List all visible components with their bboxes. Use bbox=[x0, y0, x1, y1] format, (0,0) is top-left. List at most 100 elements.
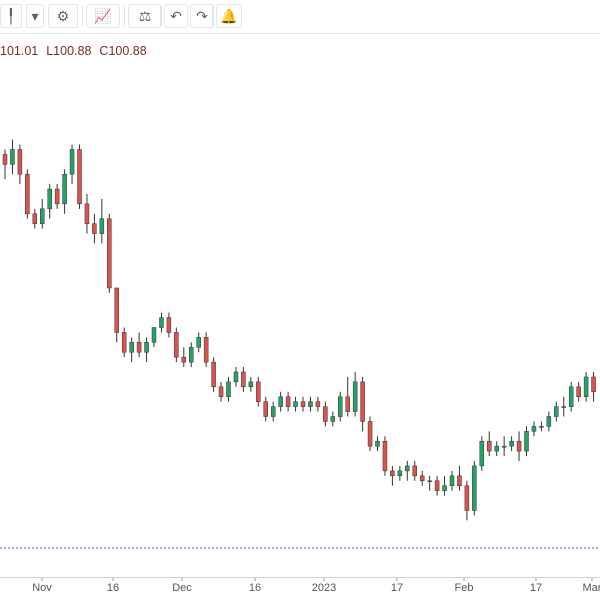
candle bbox=[419, 470, 425, 486]
candle bbox=[293, 396, 298, 412]
candle bbox=[47, 184, 52, 219]
candle bbox=[360, 376, 365, 432]
candle bbox=[69, 144, 75, 185]
candle-body-up bbox=[270, 406, 276, 417]
candle-body-down bbox=[32, 213, 38, 224]
candle-body-up bbox=[449, 475, 455, 486]
candle-body-up bbox=[539, 426, 544, 428]
candle-body-down bbox=[256, 381, 261, 402]
candle bbox=[151, 327, 157, 348]
candle bbox=[546, 411, 552, 432]
x-axis[interactable] bbox=[0, 577, 600, 601]
candle-body-up bbox=[159, 317, 164, 328]
toolbar-divider bbox=[82, 6, 83, 26]
candlestick-chart[interactable]: Nov 16 Dec 16 2023 17 Feb 17 Mar bbox=[0, 35, 600, 600]
candle-body-up bbox=[330, 416, 336, 422]
candle bbox=[338, 391, 343, 422]
candle bbox=[92, 213, 97, 244]
undo-icon: ↶ bbox=[170, 7, 182, 24]
candle bbox=[524, 426, 529, 457]
candle bbox=[308, 396, 313, 412]
candle-body-down bbox=[390, 470, 395, 477]
candle bbox=[248, 376, 254, 392]
candle bbox=[330, 411, 336, 427]
candle-body-up bbox=[554, 406, 559, 417]
candle-body-up bbox=[531, 426, 537, 432]
candle-body-up bbox=[509, 440, 514, 447]
candle-body-up bbox=[583, 376, 589, 397]
candle bbox=[166, 312, 172, 338]
candle bbox=[367, 416, 373, 452]
alert-button[interactable]: 🔔 bbox=[216, 4, 242, 28]
candle-body-down bbox=[107, 218, 112, 289]
candle-body-up bbox=[524, 431, 529, 452]
candle bbox=[464, 480, 470, 521]
candle-body-down bbox=[203, 337, 209, 363]
candle bbox=[509, 436, 514, 452]
candle bbox=[375, 436, 380, 452]
candle bbox=[568, 381, 574, 412]
candle bbox=[233, 367, 239, 387]
candle bbox=[539, 421, 544, 432]
candle bbox=[405, 461, 410, 481]
candle-body-down bbox=[121, 332, 127, 353]
candle-body-down bbox=[323, 406, 328, 422]
candle-body-up bbox=[546, 416, 552, 427]
candle-type-button[interactable]: ╿ bbox=[0, 4, 22, 28]
candle-body-down bbox=[360, 381, 365, 422]
candle bbox=[256, 376, 261, 407]
candle bbox=[77, 144, 82, 209]
candle-body-up bbox=[338, 396, 343, 417]
candle-body-down bbox=[77, 149, 82, 205]
candle-body-down bbox=[136, 342, 142, 353]
candle bbox=[189, 342, 194, 368]
candle bbox=[397, 465, 403, 481]
candle bbox=[382, 436, 388, 476]
candle bbox=[174, 327, 179, 363]
candle bbox=[479, 436, 485, 471]
undo-button[interactable]: ↶ bbox=[164, 4, 188, 28]
chart-type-dropdown[interactable]: ▾ bbox=[26, 4, 44, 28]
candle-body-up bbox=[405, 465, 410, 472]
gear-icon: ⚙ bbox=[56, 7, 70, 24]
scale-icon: ⚖ bbox=[138, 7, 152, 24]
candle-body-down bbox=[285, 396, 291, 407]
candle-body-up bbox=[375, 440, 380, 447]
candle bbox=[300, 396, 306, 412]
compare-button[interactable]: ⚖ bbox=[128, 4, 162, 28]
candle-body-up bbox=[278, 396, 283, 407]
candle-body-down bbox=[516, 440, 522, 452]
candle bbox=[487, 431, 492, 457]
candle-body-down bbox=[487, 440, 492, 452]
candle bbox=[494, 441, 499, 457]
indicators-button[interactable]: 📈 bbox=[86, 4, 120, 28]
candle-body-down bbox=[457, 475, 462, 486]
candle bbox=[576, 381, 581, 402]
candle-body-down bbox=[84, 203, 90, 224]
candle bbox=[457, 465, 462, 491]
candle-body-down bbox=[25, 173, 30, 215]
candle-body-up bbox=[196, 337, 201, 348]
candle-body-up bbox=[501, 445, 507, 448]
candle-body-up bbox=[151, 327, 157, 343]
candle-body-up bbox=[442, 485, 447, 491]
candle-body-down bbox=[367, 421, 373, 447]
candle bbox=[412, 461, 417, 481]
redo-button[interactable]: ↷ bbox=[190, 4, 214, 28]
candle bbox=[40, 198, 45, 229]
candle bbox=[25, 169, 30, 219]
candle-body-down bbox=[412, 465, 417, 477]
candle-body-down bbox=[17, 149, 23, 175]
candle bbox=[17, 144, 23, 185]
candle bbox=[263, 396, 268, 422]
candle-body-down bbox=[419, 475, 425, 482]
candle bbox=[278, 391, 283, 412]
candle-body-up bbox=[248, 381, 254, 388]
settings-button[interactable]: ⚙ bbox=[48, 4, 78, 28]
candle-body-down bbox=[241, 371, 246, 388]
candle-body-down bbox=[576, 386, 581, 397]
candle-body-down bbox=[315, 401, 321, 407]
chart-toolbar: ╿ ▾ ⚙ 📈 ⚖ ↶ ↷ 🔔 bbox=[0, 0, 600, 34]
candle bbox=[136, 332, 142, 358]
candle-body-down bbox=[591, 376, 596, 393]
